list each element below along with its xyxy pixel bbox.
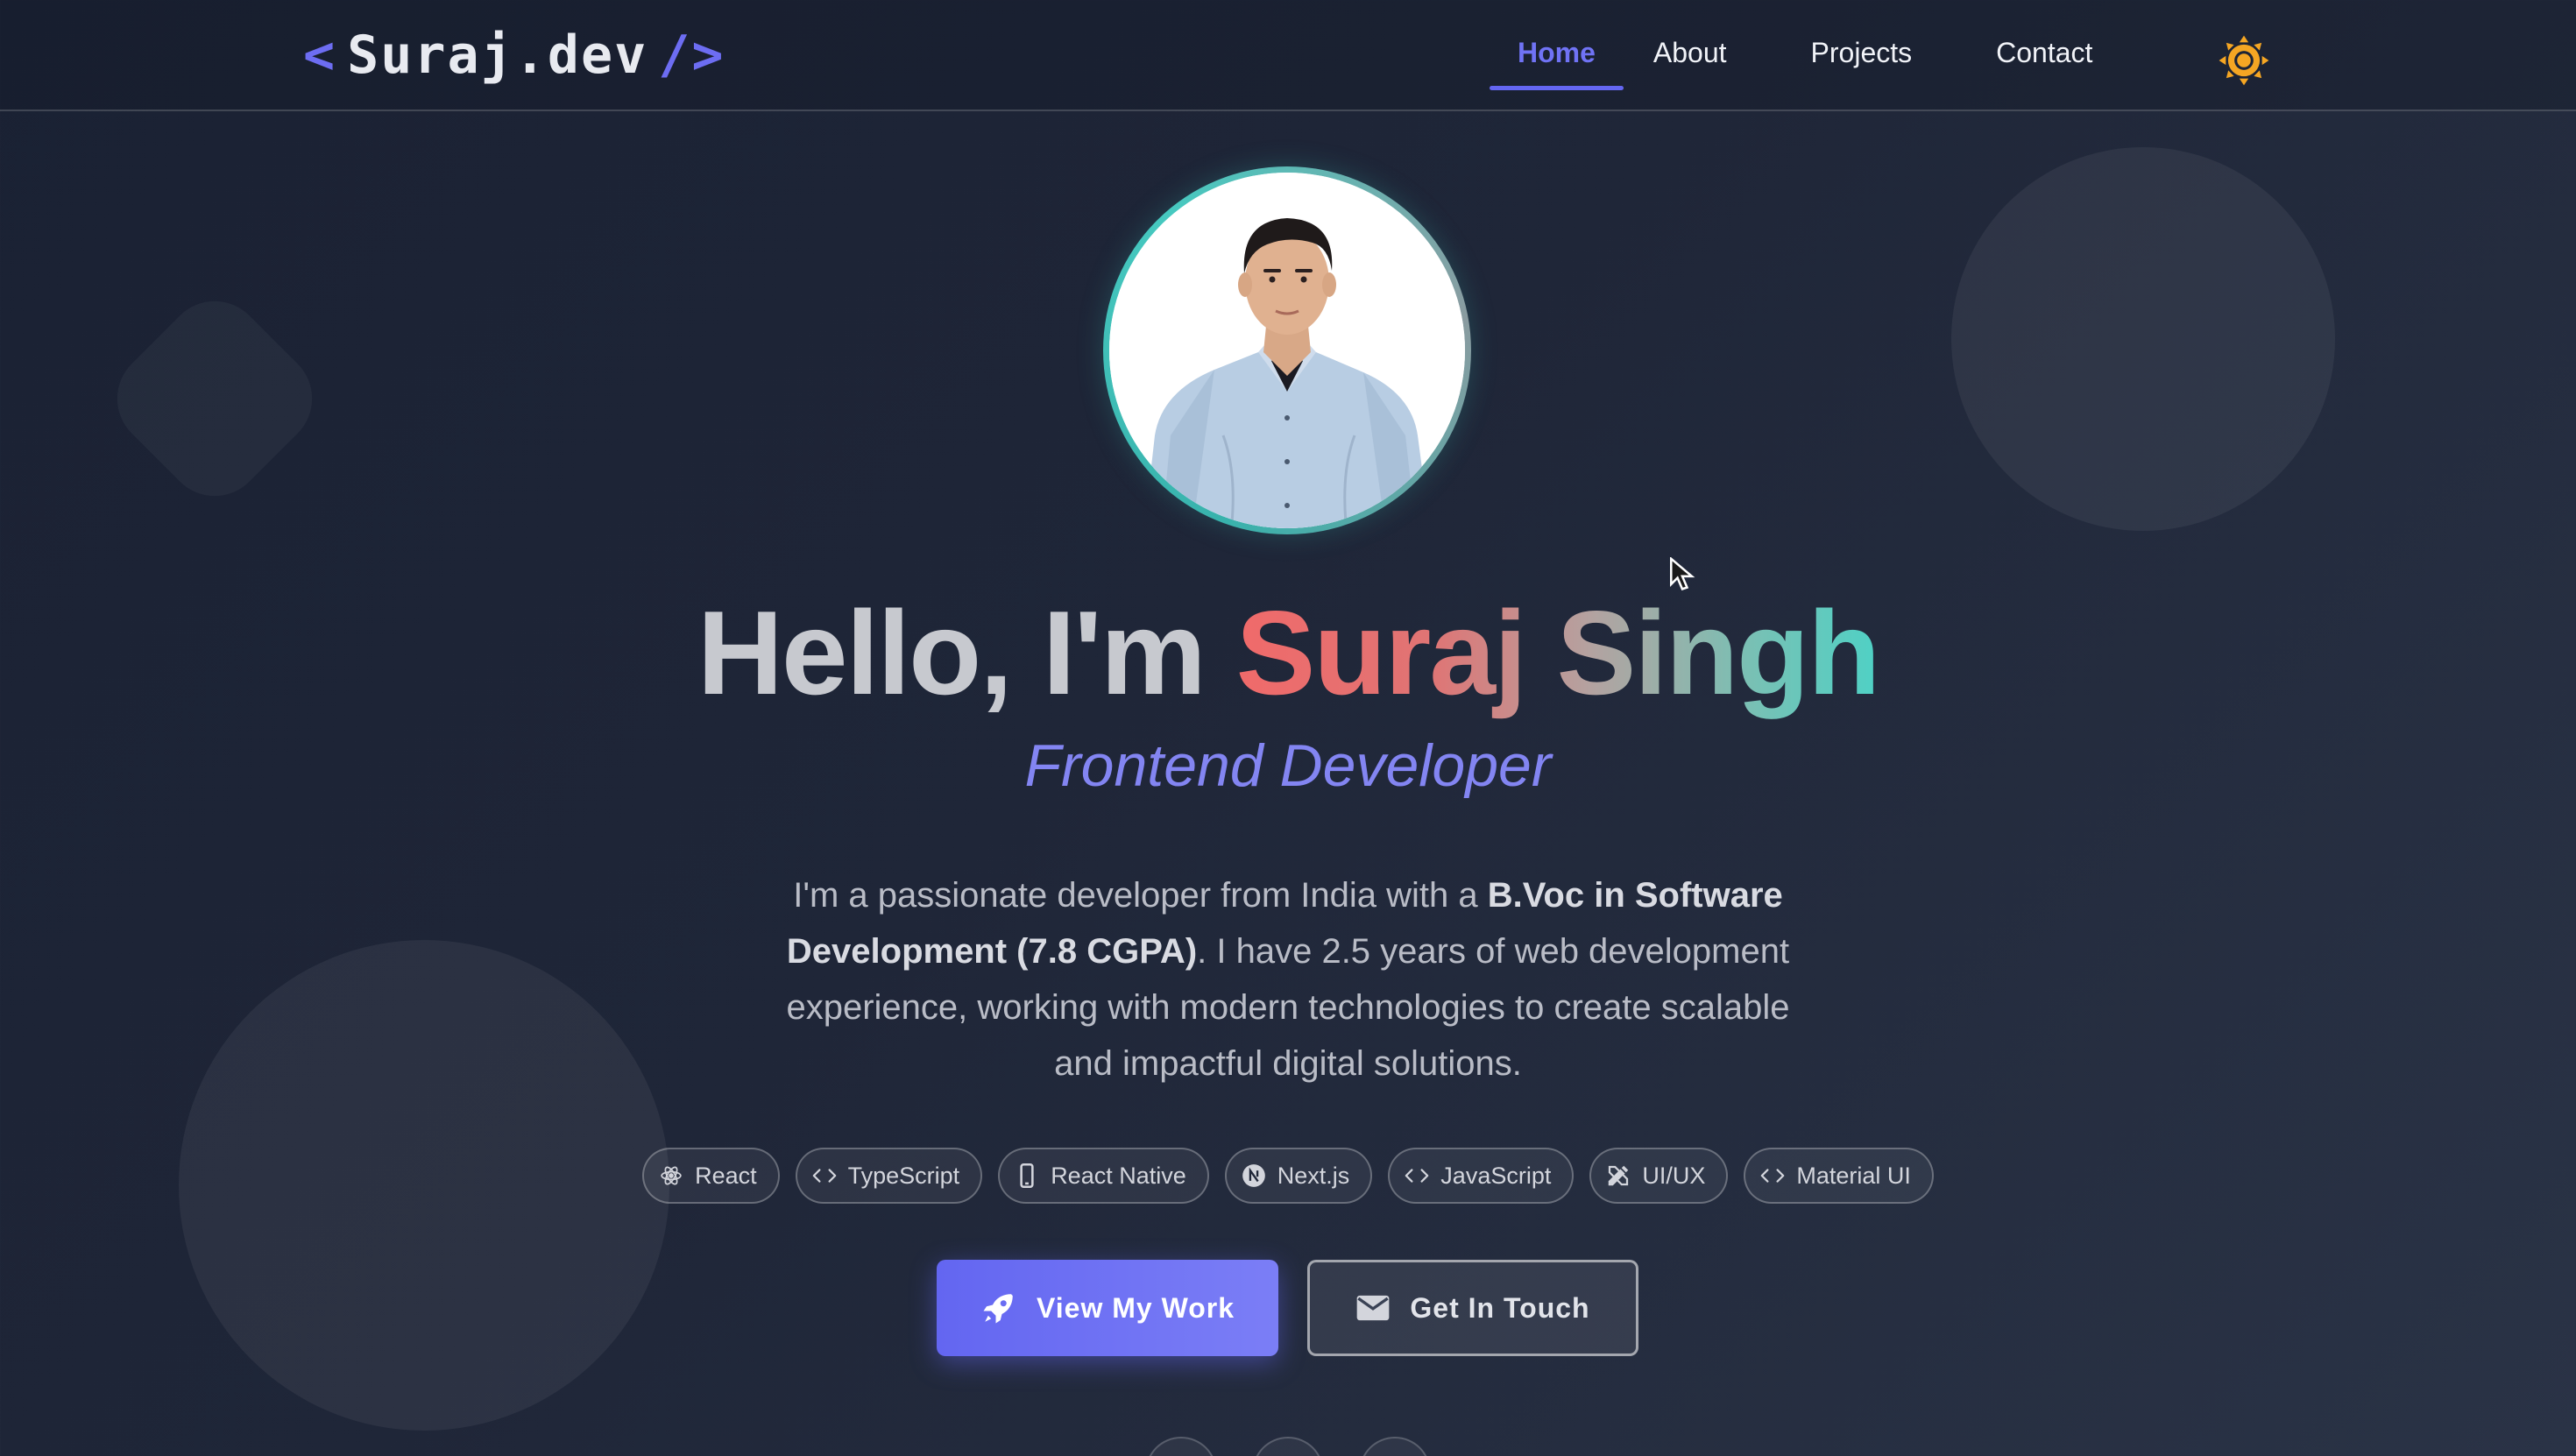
get-in-touch-button[interactable]: Get In Touch bbox=[1307, 1260, 1638, 1356]
nav-links: Home About Projects Contact bbox=[1490, 33, 2092, 90]
social-link-2[interactable] bbox=[1252, 1437, 1324, 1456]
mail-icon bbox=[1357, 1295, 1390, 1321]
skill-chip-typescript: TypeScript bbox=[795, 1148, 983, 1204]
skill-label: React Native bbox=[1051, 1162, 1186, 1189]
nav-link-contact[interactable]: Contact bbox=[1996, 33, 2092, 85]
phone-icon bbox=[1014, 1163, 1040, 1189]
skill-label: Next.js bbox=[1277, 1162, 1350, 1189]
avatar bbox=[1109, 173, 1465, 528]
atom-icon bbox=[658, 1163, 684, 1189]
skill-label: Material UI bbox=[1796, 1162, 1911, 1189]
get-in-touch-label: Get In Touch bbox=[1410, 1291, 1590, 1324]
code-icon bbox=[1404, 1163, 1430, 1189]
code-icon bbox=[1759, 1163, 1786, 1189]
skill-label: React bbox=[695, 1162, 757, 1189]
top-navbar: < Suraj.dev /> Home About Projects Conta… bbox=[0, 0, 2576, 111]
hero-name: Suraj Singh bbox=[1235, 586, 1881, 719]
hero-bio-part1: I'm a passionate developer from India wi… bbox=[793, 876, 1488, 915]
hero-bio: I'm a passionate developer from India wi… bbox=[754, 867, 1822, 1092]
nav-link-about[interactable]: About bbox=[1653, 33, 1727, 85]
skill-label: TypeScript bbox=[847, 1162, 960, 1189]
nav-link-projects[interactable]: Projects bbox=[1811, 33, 1913, 85]
logo-open-bracket: < bbox=[303, 25, 337, 86]
skill-chip-react: React bbox=[642, 1148, 780, 1204]
logo-close-bracket: /> bbox=[658, 25, 725, 86]
skill-chip-javascript: JavaScript bbox=[1388, 1148, 1575, 1204]
decorative-rounded-square bbox=[96, 280, 333, 517]
theme-toggle-button[interactable] bbox=[2217, 33, 2271, 88]
logo-name: Suraj.dev bbox=[347, 25, 648, 86]
skill-chip-material-ui: Material UI bbox=[1744, 1148, 1934, 1204]
decorative-circle-top-right bbox=[1951, 147, 2335, 531]
skill-chips: React TypeScript React Native Next.js Ja… bbox=[0, 1148, 2576, 1204]
design-tools-icon bbox=[1605, 1163, 1631, 1189]
hero-role: Frontend Developer bbox=[1024, 732, 1552, 799]
hero-greeting: Hello, I'm bbox=[697, 586, 1207, 719]
skill-chip-uiux: UI/UX bbox=[1589, 1148, 1729, 1204]
nextjs-icon bbox=[1241, 1163, 1267, 1189]
site-logo[interactable]: < Suraj.dev /> bbox=[303, 25, 725, 86]
skill-chip-react-native: React Native bbox=[998, 1148, 1209, 1204]
sun-icon bbox=[2219, 35, 2269, 86]
social-links bbox=[0, 1437, 2576, 1456]
skill-chip-nextjs: Next.js bbox=[1224, 1148, 1373, 1204]
view-my-work-button[interactable]: View My Work bbox=[937, 1260, 1278, 1356]
social-link-3[interactable] bbox=[1359, 1437, 1431, 1456]
code-icon bbox=[811, 1163, 838, 1189]
skill-label: JavaScript bbox=[1440, 1162, 1552, 1189]
view-my-work-label: View My Work bbox=[1037, 1291, 1235, 1324]
avatar-ring bbox=[1103, 166, 1471, 534]
nav-link-home[interactable]: Home bbox=[1490, 33, 1624, 90]
social-link-1[interactable] bbox=[1145, 1437, 1217, 1456]
rocket-icon bbox=[983, 1294, 1013, 1324]
mouse-cursor-icon bbox=[1670, 557, 1695, 590]
hero-headline: Hello, I'm Suraj Singh bbox=[0, 587, 2576, 718]
profile-photo bbox=[1109, 173, 1465, 528]
skill-label: UI/UX bbox=[1642, 1162, 1706, 1189]
